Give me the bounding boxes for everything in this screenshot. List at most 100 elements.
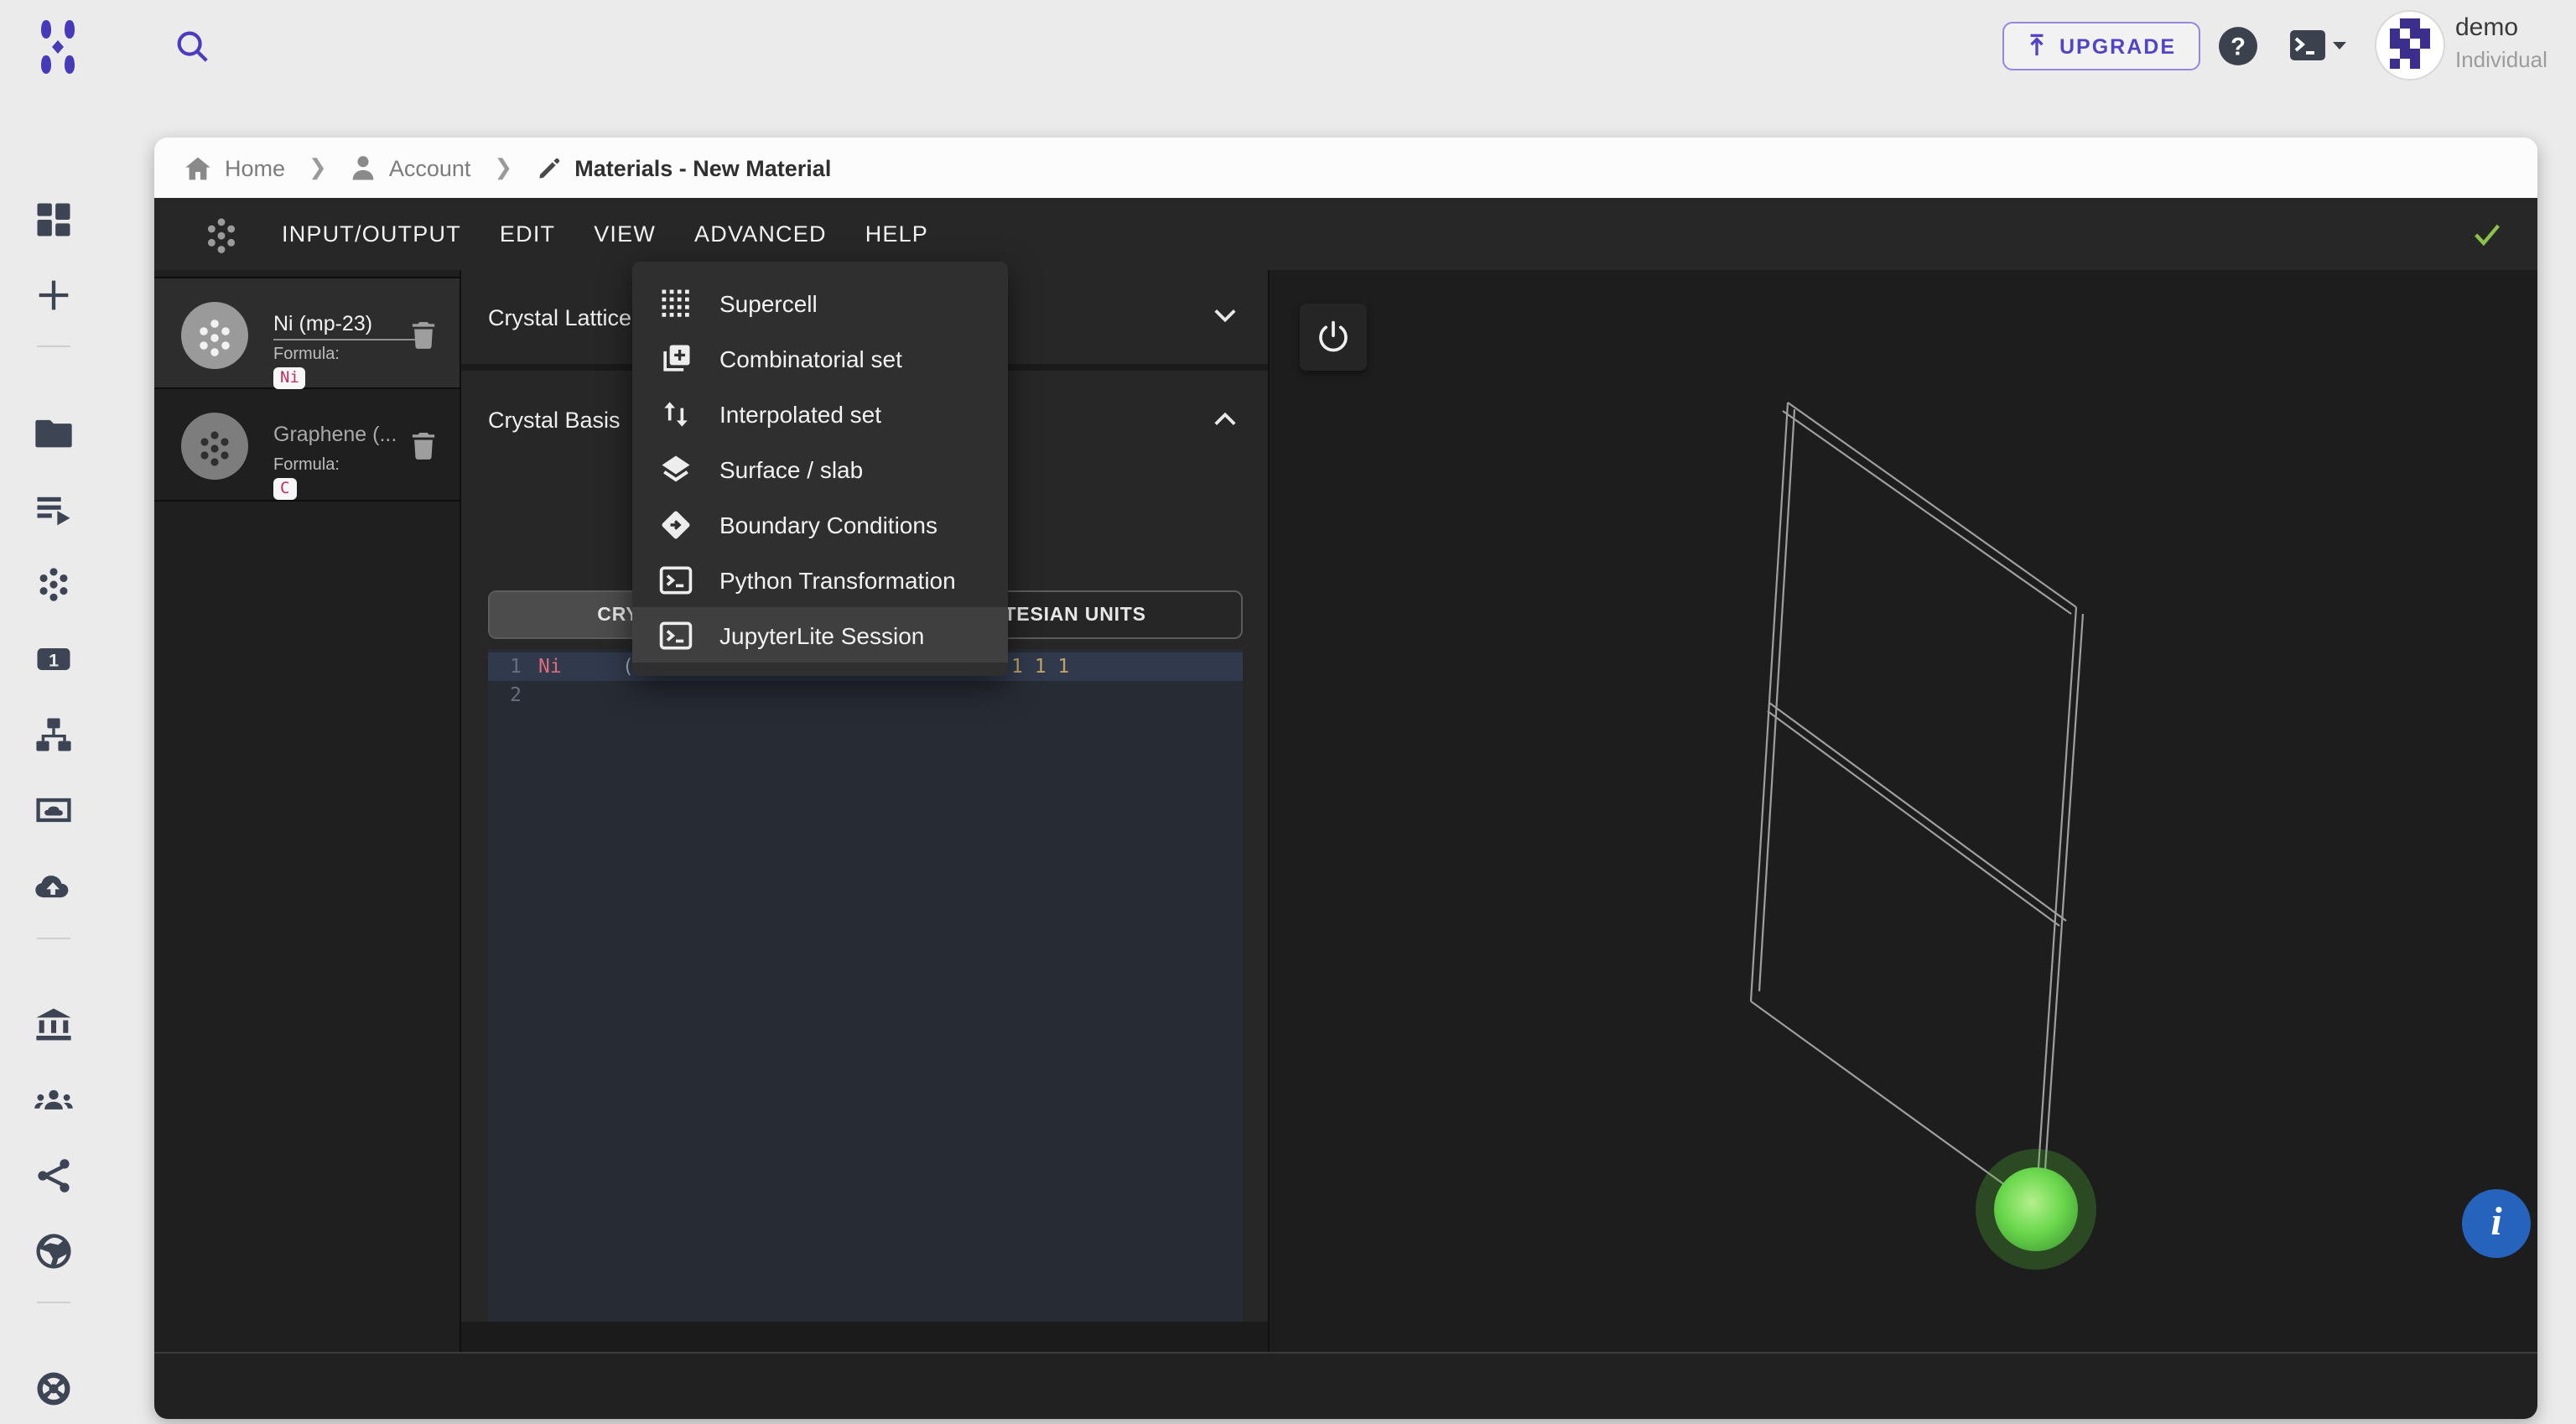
viewer-power-button[interactable] [1300, 304, 1367, 371]
breadcrumb-separator: ❯ [309, 154, 327, 179]
menu-item-python-transformation[interactable]: Python Transformation [632, 552, 1008, 607]
upload-icon [2030, 34, 2044, 56]
team-people-icon[interactable] [32, 1078, 75, 1122]
globe-icon[interactable] [32, 1229, 75, 1273]
sidebar-divider [37, 346, 70, 347]
help-icon[interactable]: ? [2217, 25, 2259, 67]
menu-item-label: JupyterLite Session [719, 621, 925, 648]
layers-icon [662, 455, 690, 481]
caret-down-icon [2333, 42, 2346, 49]
editor-line-2[interactable]: 2 [488, 681, 1243, 709]
basis-code-editor[interactable]: 1 Ni (0, 0, 0) 1 1 1 2 [488, 649, 1243, 1409]
formula-label: Formula: [273, 346, 340, 364]
app-sidebar: 1 [0, 92, 107, 1424]
menu-item-label: Python Transformation [719, 566, 956, 593]
library-add-icon [663, 344, 690, 371]
formula-label: Formula: [273, 456, 340, 475]
menu-view[interactable]: VIEW [594, 221, 656, 247]
user-info[interactable]: demo Individual [2455, 13, 2547, 72]
menu-item-combinatorial-set[interactable]: Combinatorial set [632, 330, 1008, 386]
material-avatar [181, 413, 248, 480]
designer-footer [154, 1352, 2537, 1419]
terminal-icon [659, 621, 693, 649]
material-cluster-icon [207, 217, 236, 252]
power-icon [1319, 320, 1348, 352]
breadcrumb-home[interactable]: Home [184, 155, 285, 180]
chevron-down-icon[interactable] [1213, 307, 1238, 324]
material-name-underline [273, 339, 418, 340]
menu-help[interactable]: HELP [865, 221, 928, 247]
menu-item-label: Boundary Conditions [719, 511, 937, 538]
pencil-icon [538, 157, 559, 178]
materials-list-panel: Ni (mp-23) Formula: Ni Graphene (... For… [154, 270, 461, 1352]
formula-chip: C [273, 478, 297, 500]
svg-text:?: ? [2231, 34, 2246, 60]
support-wheel-icon[interactable] [32, 1367, 75, 1411]
breadcrumb-separator: ❯ [494, 154, 513, 179]
breadcrumb-current-page: Materials - New Material [536, 155, 831, 180]
formula-chip: Ni [273, 367, 306, 389]
brand-logo-icon[interactable] [35, 18, 80, 75]
material-name[interactable]: Graphene (... [273, 423, 418, 446]
menu-item-boundary-conditions[interactable]: Boundary Conditions [632, 496, 1008, 552]
chevron-up-icon[interactable] [1213, 411, 1238, 428]
hierarchy-icon[interactable] [32, 713, 75, 756]
material-name[interactable]: Ni (mp-23) [273, 312, 418, 335]
dashboard-icon[interactable] [32, 198, 75, 242]
sidebar-divider [37, 938, 70, 939]
material-item-ni[interactable]: Ni (mp-23) Formula: Ni [154, 277, 460, 389]
terminal-icon [659, 565, 693, 594]
menu-item-surface-slab[interactable]: Surface / slab [632, 441, 1008, 496]
element-symbol: Ni [538, 654, 562, 678]
viewer-info-button[interactable]: i [2462, 1189, 2531, 1258]
cloud-upload-icon[interactable] [32, 864, 75, 907]
menu-item-label: Interpolated set [719, 400, 882, 427]
section-title: Crystal Lattice [488, 305, 632, 330]
menu-item-interpolated-set[interactable]: Interpolated set [632, 386, 1008, 441]
material-avatar [181, 302, 248, 369]
supercell-grid-icon [662, 288, 689, 316]
materials-atoms-icon[interactable] [32, 562, 75, 605]
projects-folder-icon[interactable] [32, 411, 75, 455]
structure-3d-viewer[interactable]: i [1271, 270, 2537, 1352]
upgrade-label: UPGRADE [2059, 34, 2177, 58]
menu-item-label: Surface / slab [719, 455, 864, 482]
menu-item-label: Supercell [719, 289, 818, 316]
save-check-icon[interactable] [2470, 219, 2504, 249]
section-title: Crystal Basis [488, 408, 621, 433]
app-root: UPGRADE ? demo Individual 1 Home ❯ Accou… [0, 0, 2576, 1424]
bank-media-icon[interactable] [32, 788, 75, 832]
home-icon [185, 156, 210, 179]
menu-input-output[interactable]: INPUT/OUTPUT [282, 221, 461, 247]
info-icon: i [2490, 1201, 2502, 1245]
user-avatar[interactable] [2376, 12, 2444, 79]
delete-material-icon[interactable] [411, 320, 436, 349]
menu-edit[interactable]: EDIT [500, 221, 555, 247]
add-icon[interactable] [32, 273, 75, 317]
top-app-bar: UPGRADE ? demo Individual [0, 0, 2576, 92]
menu-item-label: Combinatorial set [719, 345, 902, 372]
user-plan: Individual [2455, 47, 2547, 72]
menu-advanced[interactable]: ADVANCED [694, 221, 827, 247]
console-menu-icon[interactable] [2288, 27, 2348, 64]
counter-one-icon[interactable]: 1 [32, 637, 75, 681]
breadcrumb-label: Home [225, 155, 286, 180]
search-icon[interactable] [173, 27, 211, 65]
designer-menubar: INPUT/OUTPUT EDIT VIEW ADVANCED HELP [154, 198, 2537, 270]
breadcrumb-account[interactable]: Account [351, 154, 470, 181]
jobs-playlist-icon[interactable] [32, 488, 75, 532]
unit-cell-wireframe [1749, 402, 2096, 1270]
panel-bottom-spacer [461, 1322, 1268, 1352]
user-name: demo [2455, 13, 2519, 42]
delete-material-icon[interactable] [411, 431, 436, 460]
institution-icon[interactable] [32, 1003, 75, 1047]
upgrade-button[interactable]: UPGRADE [2002, 22, 2200, 70]
material-item-graphene[interactable]: Graphene (... Formula: C [154, 389, 460, 502]
menu-item-supercell[interactable]: Supercell [632, 275, 1008, 330]
line-number: 2 [510, 683, 522, 706]
person-icon [352, 156, 374, 180]
share-icon[interactable] [32, 1154, 75, 1198]
line-number: 1 [510, 654, 522, 678]
advanced-dropdown-menu: Supercell Combinatorial set Interpolated… [632, 262, 1008, 676]
menu-item-jupyterlite-session[interactable]: JupyterLite Session [632, 607, 1008, 663]
